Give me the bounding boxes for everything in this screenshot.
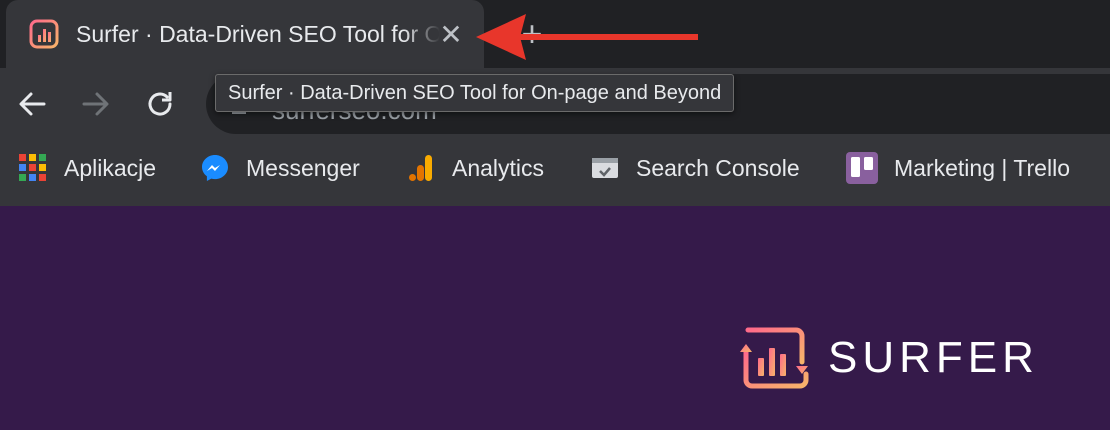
tab-tooltip: Surfer · Data-Driven SEO Tool for On-pag… xyxy=(215,74,735,112)
bookmarks-bar: Aplikacje Messenger Analytics Search Con… xyxy=(0,140,1110,206)
tab-close-icon[interactable]: ✕ xyxy=(436,20,466,50)
bookmark-trello[interactable]: Marketing | Trello xyxy=(846,140,1096,196)
messenger-icon xyxy=(202,155,228,181)
bookmark-analytics[interactable]: Analytics xyxy=(406,140,566,196)
analytics-icon xyxy=(409,155,432,181)
bookmark-label: Search Console xyxy=(636,155,800,181)
bookmark-search-console[interactable]: Search Console xyxy=(590,140,820,196)
bookmark-aplikacje[interactable]: Aplikacje xyxy=(18,140,178,196)
search-console-icon xyxy=(592,158,618,178)
bookmark-label: Aplikacje xyxy=(64,155,157,181)
tab-title: Surfer · Data-Driven SEO Tool for On-pag… xyxy=(76,21,440,47)
surfer-logo-icon xyxy=(740,327,809,389)
arrow-left-icon[interactable] xyxy=(14,86,50,122)
arrow-right-icon[interactable] xyxy=(78,86,114,122)
apps-grid-icon xyxy=(19,154,46,181)
bookmark-label: Analytics xyxy=(452,155,545,181)
brand-wordmark: SURFER xyxy=(828,333,1039,382)
bookmark-label: Marketing | Trello xyxy=(894,155,1070,181)
surfer-favicon-icon xyxy=(29,19,59,49)
reload-icon[interactable] xyxy=(142,86,178,122)
trello-icon xyxy=(846,152,878,184)
page-content: SURFER xyxy=(0,206,1110,430)
bookmark-label: Messenger xyxy=(246,155,360,181)
browser-tab[interactable]: Surfer · Data-Driven SEO Tool for On-pag… xyxy=(6,0,484,68)
annotation-arrow-icon xyxy=(476,14,698,60)
bookmark-messenger[interactable]: Messenger xyxy=(200,140,380,196)
